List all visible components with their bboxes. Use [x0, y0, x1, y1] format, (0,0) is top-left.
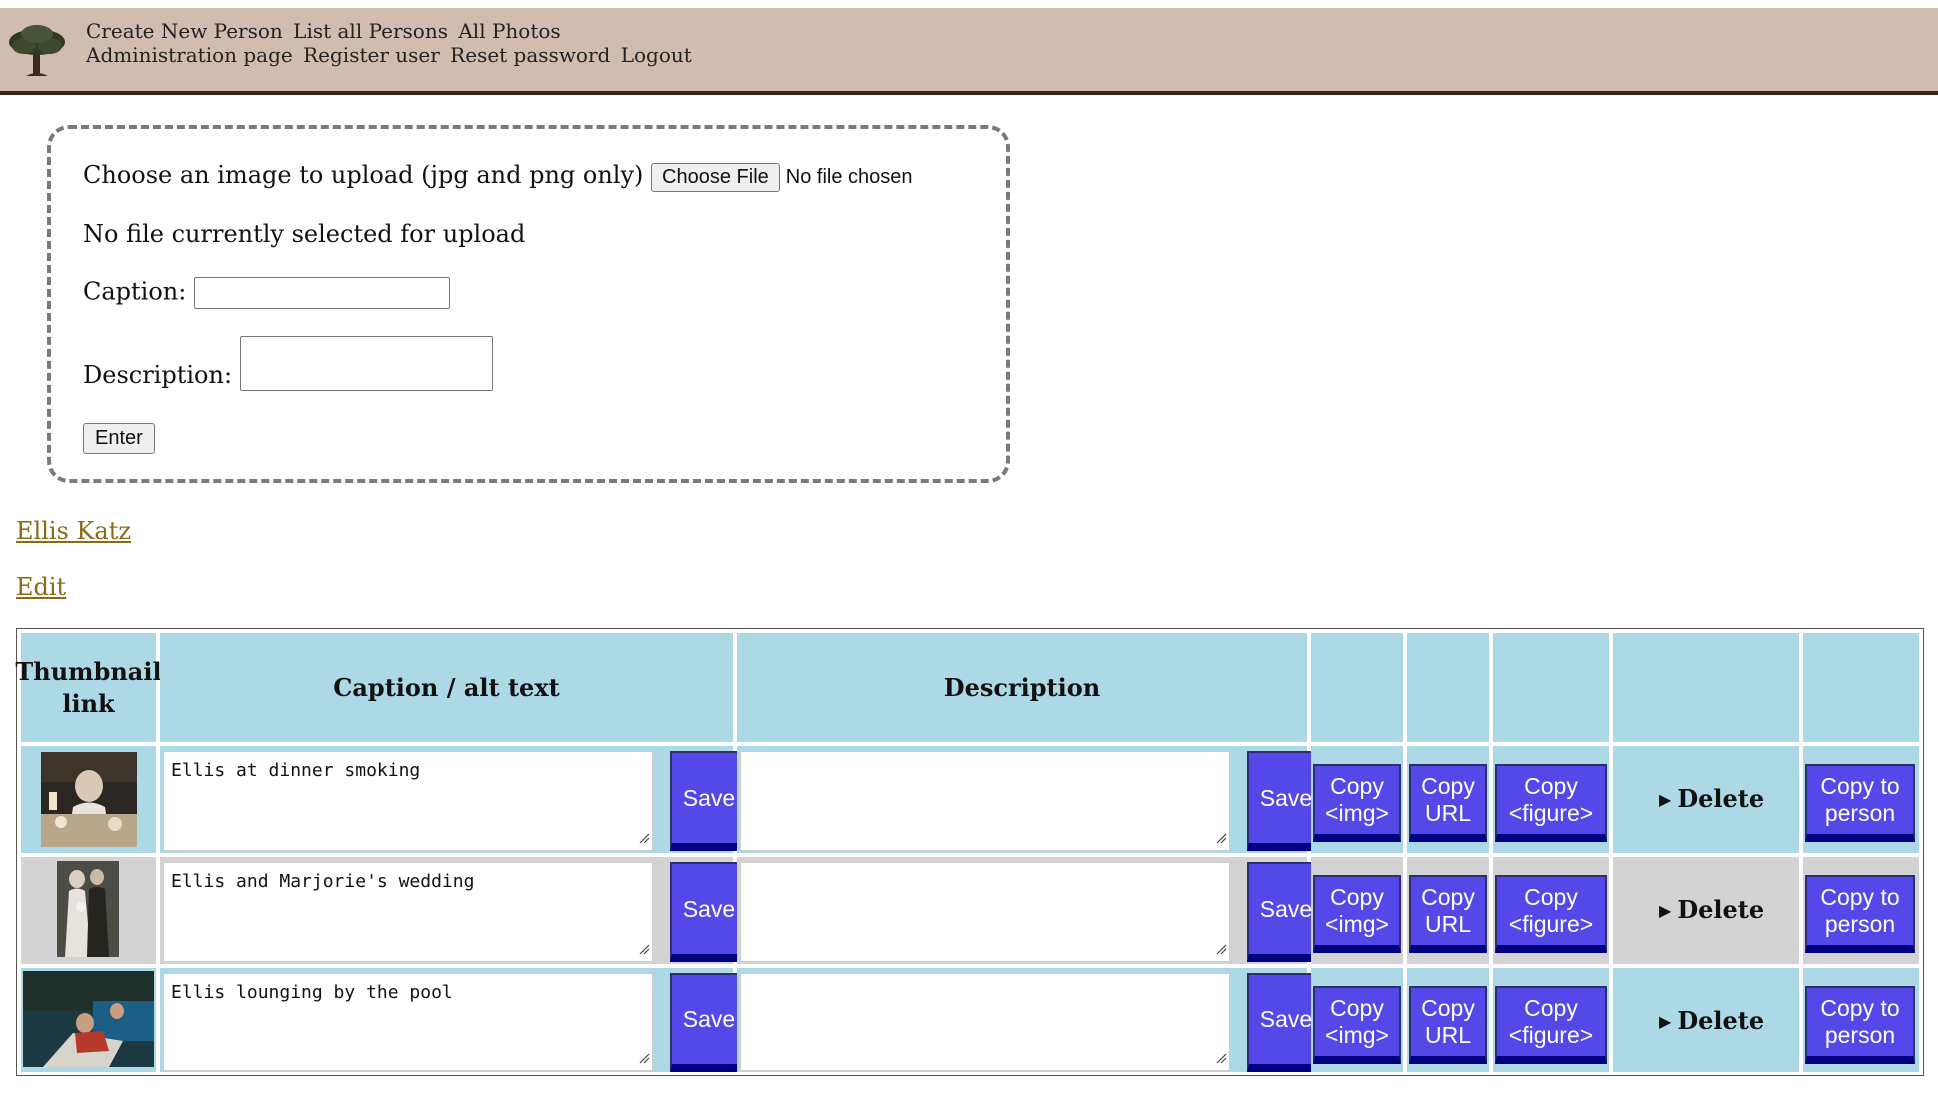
caption-label: Caption:	[83, 277, 187, 306]
description-label: Description:	[83, 361, 233, 389]
copy-img-button[interactable]: Copy <img>	[1313, 875, 1401, 953]
description-row: Description:	[83, 336, 493, 391]
copy-img-button[interactable]: Copy <img>	[1313, 764, 1401, 842]
copy-img-cell: Copy <img>	[1311, 857, 1403, 964]
file-chooser-row: Choose an image to upload (jpg and png o…	[83, 161, 913, 192]
copy-img-cell: Copy <img>	[1311, 968, 1403, 1072]
description-cell: Save	[737, 746, 1325, 853]
copy-figure-cell: Copy <figure>	[1493, 746, 1609, 853]
description-textarea[interactable]	[740, 862, 1230, 962]
caption-row: Caption:	[83, 277, 450, 309]
caption-cell: Ellis at dinner smoking Save	[160, 746, 748, 853]
selection-status-text: No file currently selected for upload	[83, 220, 526, 248]
delete-label: Delete	[1677, 784, 1765, 813]
delete-cell: ▶ Delete	[1613, 968, 1799, 1072]
nav-row-secondary: Administration page Register user Reset …	[86, 43, 696, 67]
caption-input[interactable]	[194, 277, 450, 309]
resize-grip-icon[interactable]	[1215, 1052, 1227, 1064]
site-header: Create New Person List all Persons All P…	[0, 8, 1938, 95]
copy-url-button[interactable]: Copy URL	[1409, 764, 1487, 842]
enter-button[interactable]: Enter	[83, 423, 155, 454]
copy-figure-cell: Copy <figure>	[1493, 968, 1609, 1072]
delete-label: Delete	[1677, 1006, 1765, 1035]
copy-person-cell: Copy to person	[1803, 746, 1919, 853]
copy-img-button[interactable]: Copy <img>	[1313, 986, 1401, 1064]
choose-file-button[interactable]: Choose File	[651, 163, 780, 192]
caption-textarea[interactable]: Ellis and Marjorie's wedding	[163, 862, 653, 962]
person-name-link[interactable]: Ellis Katz	[16, 517, 131, 545]
upload-form: Choose an image to upload (jpg and png o…	[47, 125, 1010, 483]
nav-admin-page-link[interactable]: Administration page	[86, 43, 293, 67]
thumbnail-cell	[21, 968, 156, 1072]
nav-all-photos-link[interactable]: All Photos	[458, 19, 560, 43]
copy-person-column-header	[1803, 633, 1919, 742]
delete-cell: ▶ Delete	[1613, 746, 1799, 853]
copy-person-cell: Copy to person	[1803, 968, 1919, 1072]
copy-url-button[interactable]: Copy URL	[1409, 986, 1487, 1064]
resize-grip-icon[interactable]	[638, 1052, 650, 1064]
choose-image-label: Choose an image to upload (jpg and png o…	[83, 161, 644, 189]
wedding-photo-thumbnail[interactable]	[57, 861, 119, 957]
copy-img-column-header	[1311, 633, 1403, 742]
copy-url-cell: Copy URL	[1407, 857, 1489, 964]
disclosure-triangle-icon: ▶	[1659, 1012, 1672, 1031]
copy-person-cell: Copy to person	[1803, 857, 1919, 964]
file-chosen-status: No file chosen	[785, 166, 913, 188]
thumbnail-column-header: Thumbnail link	[15, 633, 162, 742]
description-column-header: Description	[737, 633, 1307, 742]
resize-grip-icon[interactable]	[638, 832, 650, 844]
description-textarea[interactable]	[740, 751, 1230, 851]
edit-person-link[interactable]: Edit	[16, 573, 66, 601]
copy-img-cell: Copy <img>	[1311, 746, 1403, 853]
copy-figure-column-header	[1493, 633, 1609, 742]
nav-reset-password-link[interactable]: Reset password	[450, 43, 610, 67]
copy-figure-button[interactable]: Copy <figure>	[1495, 875, 1607, 953]
caption-textarea[interactable]: Ellis at dinner smoking	[163, 751, 653, 851]
delete-toggle[interactable]: ▶ Delete	[1659, 784, 1764, 813]
description-textarea[interactable]	[239, 336, 493, 391]
resize-grip-icon[interactable]	[1215, 943, 1227, 955]
nav-row-primary: Create New Person List all Persons All P…	[86, 19, 565, 43]
pool-photo-thumbnail[interactable]	[23, 971, 154, 1067]
copy-to-person-button[interactable]: Copy to person	[1805, 986, 1915, 1064]
caption-cell: Ellis lounging by the pool Save	[160, 968, 748, 1072]
description-textarea[interactable]	[740, 973, 1230, 1071]
delete-label: Delete	[1677, 895, 1765, 924]
tree-logo-icon[interactable]	[6, 22, 68, 80]
dinner-photo-thumbnail[interactable]	[41, 752, 137, 847]
delete-column-header	[1613, 633, 1799, 742]
photos-table: Thumbnail link Caption / alt text Descri…	[15, 628, 1924, 1076]
resize-grip-icon[interactable]	[638, 943, 650, 955]
delete-toggle[interactable]: ▶ Delete	[1659, 895, 1764, 924]
copy-figure-button[interactable]: Copy <figure>	[1495, 986, 1607, 1064]
delete-cell: ▶ Delete	[1613, 857, 1799, 964]
copy-to-person-button[interactable]: Copy to person	[1805, 764, 1915, 842]
caption-cell: Ellis and Marjorie's wedding Save	[160, 857, 748, 964]
copy-url-cell: Copy URL	[1407, 746, 1489, 853]
thumbnail-cell	[21, 746, 156, 853]
nav-logout-link[interactable]: Logout	[621, 43, 692, 67]
description-cell: Save	[737, 857, 1325, 964]
description-cell: Save	[737, 968, 1325, 1072]
nav-create-person-link[interactable]: Create New Person	[86, 19, 283, 43]
delete-toggle[interactable]: ▶ Delete	[1659, 1006, 1764, 1035]
caption-column-header: Caption / alt text	[160, 633, 733, 742]
disclosure-triangle-icon: ▶	[1659, 901, 1672, 920]
copy-url-column-header	[1407, 633, 1489, 742]
nav-register-user-link[interactable]: Register user	[303, 43, 440, 67]
copy-url-button[interactable]: Copy URL	[1409, 875, 1487, 953]
copy-url-cell: Copy URL	[1407, 968, 1489, 1072]
enter-row: Enter	[83, 422, 155, 454]
copy-figure-cell: Copy <figure>	[1493, 857, 1609, 964]
copy-figure-button[interactable]: Copy <figure>	[1495, 764, 1607, 842]
caption-textarea[interactable]: Ellis lounging by the pool	[163, 973, 653, 1071]
resize-grip-icon[interactable]	[1215, 832, 1227, 844]
thumbnail-cell	[21, 857, 156, 964]
nav-list-persons-link[interactable]: List all Persons	[293, 19, 448, 43]
copy-to-person-button[interactable]: Copy to person	[1805, 875, 1915, 953]
disclosure-triangle-icon: ▶	[1659, 790, 1672, 809]
